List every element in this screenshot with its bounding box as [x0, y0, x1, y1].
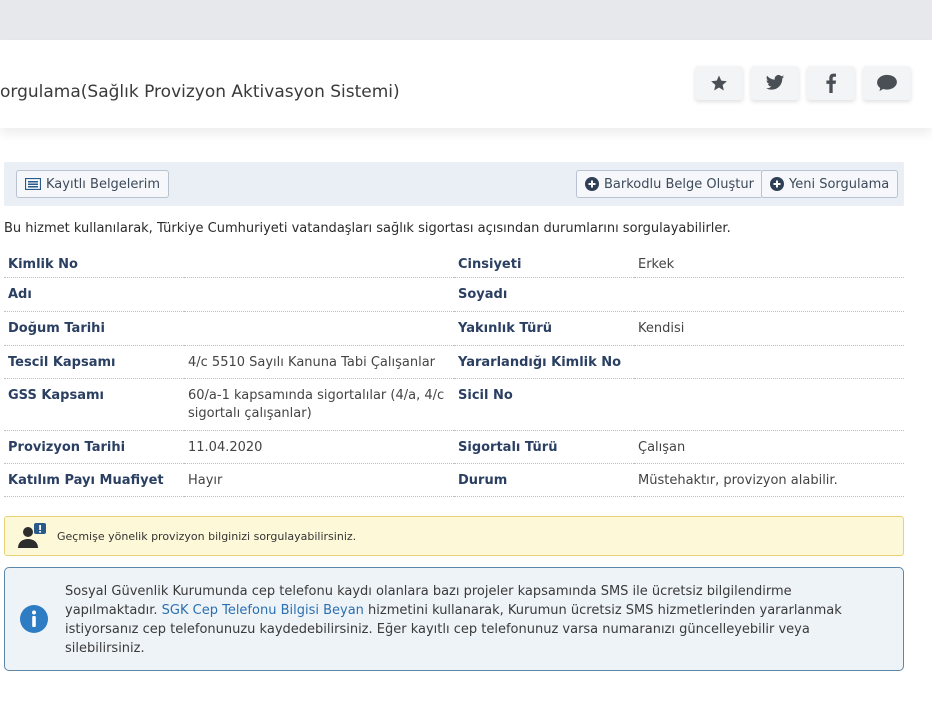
field-value — [184, 278, 454, 312]
table-row: GSS Kapsamı 60/a-1 kapsamında sigortalıl… — [4, 379, 904, 431]
field-value: 60/a-1 kapsamında sigortalılar (4/a, 4/c… — [184, 379, 454, 431]
field-label: Adı — [4, 278, 184, 312]
comment-button[interactable] — [863, 66, 911, 100]
history-warning-banner: Geçmişe yönelik provizyon bilginizi sorg… — [4, 516, 904, 556]
star-icon — [711, 75, 727, 91]
field-value: 11.04.2020 — [184, 431, 454, 464]
field-label: Katılım Payı Muafiyet — [4, 464, 184, 497]
field-value — [634, 278, 904, 312]
social-buttons — [695, 66, 911, 100]
field-label: Yakınlık Türü — [454, 312, 634, 346]
field-value — [184, 312, 454, 346]
new-query-label: Yeni Sorgulama — [789, 176, 890, 192]
table-row: Provizyon Tarihi 11.04.2020 Sigortalı Tü… — [4, 431, 904, 464]
field-label: Yararlandığı Kimlik No — [454, 346, 634, 379]
field-label: Provizyon Tarihi — [4, 431, 184, 464]
field-value — [634, 379, 904, 431]
field-value: Müstehaktır, provizyon alabilir. — [634, 464, 904, 497]
page-header: orgulama(Sağlık Provizyon Aktivasyon Sis… — [0, 40, 932, 128]
field-value — [634, 346, 904, 379]
field-label: Durum — [454, 464, 634, 497]
top-band — [0, 0, 932, 40]
field-label: Kimlik No — [4, 248, 184, 278]
facebook-icon — [826, 73, 836, 93]
twitter-icon — [765, 75, 785, 90]
info-icon — [20, 605, 48, 633]
field-label: Sigortalı Türü — [454, 431, 634, 464]
field-label: Tescil Kapsamı — [4, 346, 184, 379]
create-barcode-document-button[interactable]: Barkodlu Belge Oluştur — [576, 170, 763, 198]
field-value: Erkek — [634, 248, 904, 278]
field-value: Hayır — [184, 464, 454, 497]
action-toolbar: Kayıtlı Belgelerim Barkodlu Belge Oluştu… — [4, 162, 904, 206]
comment-icon — [877, 74, 897, 92]
sgk-phone-declaration-link[interactable]: SGK Cep Telefonu Bilgisi Beyan — [162, 603, 364, 618]
table-row: Tescil Kapsamı 4/c 5510 Sayılı Kanuna Ta… — [4, 346, 904, 379]
twitter-button[interactable] — [751, 66, 799, 100]
facebook-button[interactable] — [807, 66, 855, 100]
table-row: Katılım Payı Muafiyet Hayır Durum Müsteh… — [4, 464, 904, 497]
saved-documents-label: Kayıtlı Belgelerim — [46, 176, 161, 192]
saved-documents-button[interactable]: Kayıtlı Belgelerim — [16, 170, 170, 198]
sms-info-notice: Sosyal Güvenlik Kurumunda cep telefonu k… — [4, 567, 904, 671]
new-query-button[interactable]: Yeni Sorgulama — [761, 170, 899, 198]
table-row: Doğum Tarihi Yakınlık Türü Kendisi — [4, 312, 904, 346]
field-label: Soyadı — [454, 278, 634, 312]
history-warning-text: Geçmişe yönelik provizyon bilginizi sorg… — [57, 529, 357, 543]
field-value — [184, 248, 454, 278]
field-value: Çalışan — [634, 431, 904, 464]
field-label: GSS Kapsamı — [4, 379, 184, 431]
user-alert-icon — [18, 523, 46, 548]
field-label: Sicil No — [454, 379, 634, 431]
plus-circle-icon — [585, 177, 599, 191]
intro-text: Bu hizmet kullanılarak, Türkiye Cumhuriy… — [4, 221, 731, 236]
sms-info-text: Sosyal Güvenlik Kurumunda cep telefonu k… — [65, 582, 885, 658]
table-row: Adı Soyadı — [4, 278, 904, 312]
field-value: 4/c 5510 Sayılı Kanuna Tabi Çalışanlar — [184, 346, 454, 379]
field-label: Doğum Tarihi — [4, 312, 184, 346]
list-icon — [25, 178, 41, 190]
favorite-button[interactable] — [695, 66, 743, 100]
plus-circle-icon — [770, 177, 784, 191]
page-title: orgulama(Sağlık Provizyon Aktivasyon Sis… — [0, 82, 400, 102]
field-label: Cinsiyeti — [454, 248, 634, 278]
create-barcode-document-label: Barkodlu Belge Oluştur — [604, 176, 754, 192]
table-row: Kimlik No Cinsiyeti Erkek — [4, 248, 904, 278]
info-table: Kimlik No Cinsiyeti Erkek Adı Soyadı Doğ… — [4, 248, 904, 497]
field-value: Kendisi — [634, 312, 904, 346]
